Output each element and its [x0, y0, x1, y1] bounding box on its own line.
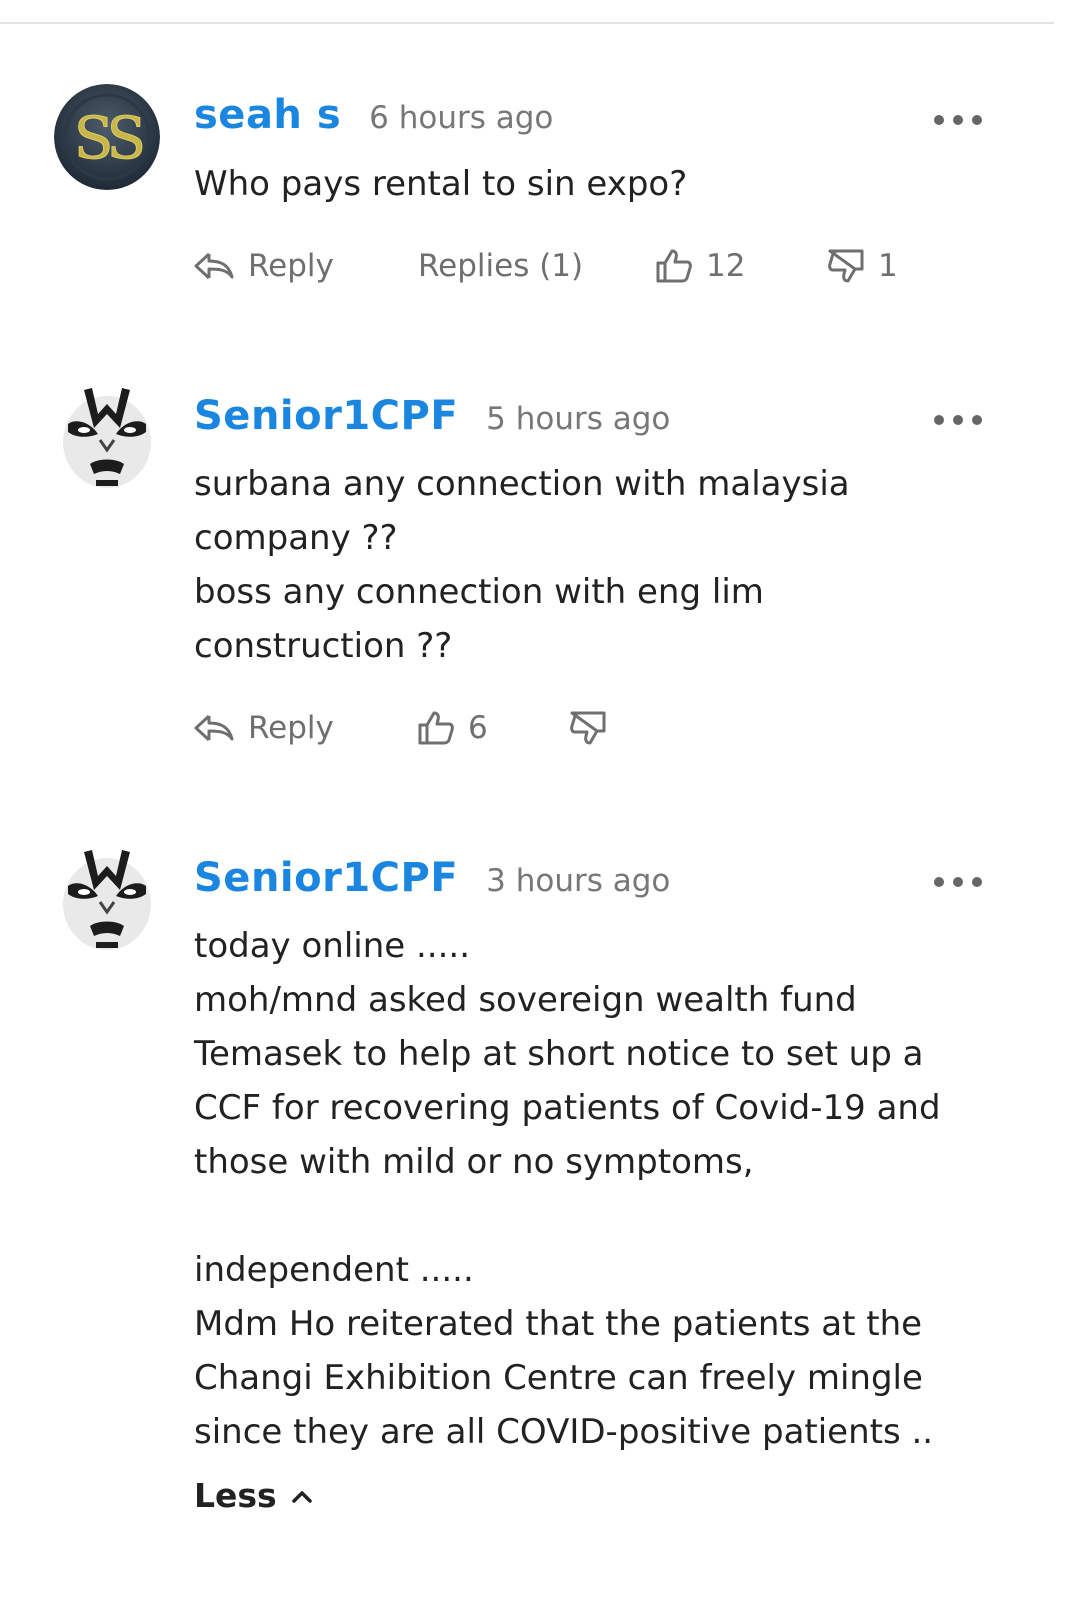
like-count: 6	[468, 710, 488, 746]
comment-text-line: moh/mnd asked sovereign wealth fund	[194, 980, 857, 1020]
comment-actions: Reply Replies (1) 12 1	[194, 246, 914, 286]
username[interactable]: Senior1CPF	[194, 855, 458, 901]
avatar[interactable]	[54, 384, 160, 490]
thumbs-up-icon	[656, 249, 692, 283]
less-button[interactable]: Less	[194, 1476, 313, 1515]
comment-text-line: today online .....	[194, 926, 471, 966]
reply-label: Reply	[248, 248, 334, 284]
thumbs-down-icon	[828, 249, 864, 283]
dislike-button[interactable]	[570, 708, 606, 748]
timestamp: 6 hours ago	[369, 100, 554, 136]
like-button[interactable]: 12	[656, 246, 745, 286]
comment-body: surbana any connection with malaysia com…	[194, 457, 994, 673]
like-count: 12	[706, 248, 746, 284]
comment-text-line: Mdm Ho reiterated that the patients at t…	[194, 1304, 923, 1344]
comment-text-line: those with mild or no symptoms,	[194, 1142, 754, 1182]
top-divider	[0, 22, 1054, 24]
less-label: Less	[194, 1476, 277, 1515]
comment-text-line: CCF for recovering patients of Covid-19 …	[194, 1088, 941, 1128]
opera-mask-avatar-icon	[54, 384, 160, 490]
replies-label: Replies (1)	[418, 248, 584, 284]
timestamp: 3 hours ago	[486, 863, 671, 899]
more-icon[interactable]	[934, 875, 982, 889]
username[interactable]: Senior1CPF	[194, 393, 458, 439]
reply-icon	[194, 714, 234, 742]
comment-text-line: boss any connection with eng lim	[194, 572, 764, 612]
more-icon[interactable]	[934, 413, 982, 427]
comment-blank-line	[194, 1189, 994, 1243]
timestamp: 5 hours ago	[486, 401, 671, 437]
reply-label: Reply	[248, 710, 334, 746]
comment-text-line: construction ??	[194, 626, 453, 666]
comment-body: Who pays rental to sin expo?	[194, 157, 994, 211]
avatar[interactable]: SS SS	[54, 84, 160, 190]
reply-button[interactable]: Reply	[194, 708, 334, 748]
dislike-button[interactable]: 1	[828, 246, 898, 286]
avatar[interactable]	[54, 846, 160, 952]
comment-header: Senior1CPF 5 hours ago	[194, 393, 670, 439]
comment-text-line: surbana any connection with malaysia	[194, 464, 850, 504]
comment-body: today online ..... moh/mnd asked soverei…	[194, 919, 994, 1459]
comment-actions: Reply 6	[194, 708, 634, 748]
reply-button[interactable]: Reply	[194, 246, 334, 286]
comment-text-line: Temasek to help at short notice to set u…	[194, 1034, 924, 1074]
more-icon[interactable]	[934, 113, 982, 127]
dislike-count: 1	[878, 248, 898, 284]
comment-text-line: Changi Exhibition Centre can freely ming…	[194, 1358, 923, 1398]
reply-icon	[194, 252, 234, 280]
like-button[interactable]: 6	[418, 708, 488, 748]
comment-text-line: independent .....	[194, 1250, 474, 1290]
svg-text:SS: SS	[74, 104, 143, 172]
chevron-up-icon	[291, 1490, 312, 1503]
thumbs-down-icon	[570, 711, 606, 745]
opera-mask-avatar-icon	[54, 846, 160, 952]
thumbs-up-icon	[418, 711, 454, 745]
comment-text-line: company ??	[194, 518, 398, 558]
ss-logo-avatar-icon: SS SS	[54, 84, 160, 190]
comment-header: seah s 6 hours ago	[194, 92, 553, 138]
replies-button[interactable]: Replies (1)	[418, 246, 583, 286]
username[interactable]: seah s	[194, 92, 341, 138]
comment-text-line: since they are all COVID-positive patien…	[194, 1412, 934, 1452]
comment-header: Senior1CPF 3 hours ago	[194, 855, 670, 901]
comment-text-line: Who pays rental to sin expo?	[194, 164, 688, 204]
